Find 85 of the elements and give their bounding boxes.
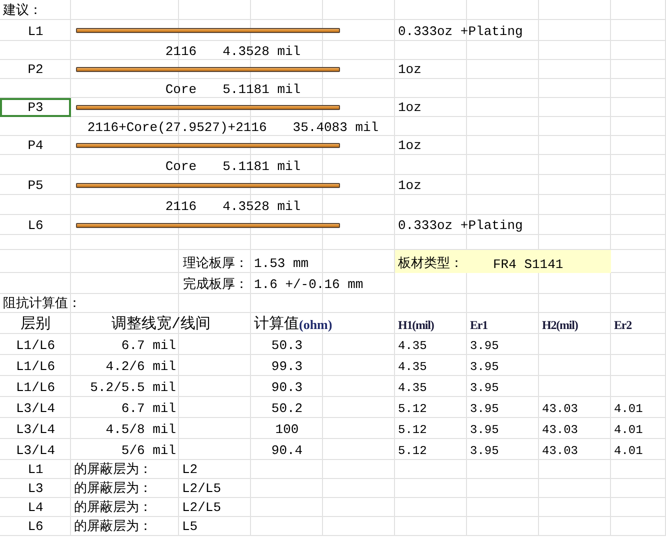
table-cell-text: 99.3 [270,358,304,376]
table-cell-text: 的屏蔽层为： [73,480,153,498]
table-cell-text: L2/L5 [181,480,222,498]
table-cell-text: L4 [26,499,44,517]
table-cell-text: 5/6 mil [120,442,177,460]
table-cell-text: L1/L6 [14,358,56,376]
dielectric-thickness: 5.1181 mil [222,159,301,174]
table-cell-text: 4.35 [397,359,428,376]
table-cell-text: L1 [26,461,44,479]
layer-label: P3 [0,98,71,117]
dielectric-material: 2116+Core(27.9527)+2116 [87,120,267,135]
table-cell-text: L2/L5 [181,499,222,517]
table-cell-text: 的屏蔽层为： [73,518,153,536]
field-label: 板材类型： [398,255,463,272]
copper-weight: 0.333oz +Plating [397,217,524,235]
table-cell-text: 的屏蔽层为： [73,461,153,479]
dielectric-material: 2116 [165,199,197,214]
field-value: FR4 S1141 [493,257,564,272]
dielectric-thickness: 5.1181 mil [222,82,301,97]
table-cell-text: 4.2/6 mil [104,358,177,376]
copper-weight: 1oz [397,61,422,79]
column-header: 调整线宽/线间 [110,314,212,334]
table-cell-text: L1/L6 [14,379,56,397]
table-cell-text: 100 [274,421,300,439]
copper-weight: 1oz [397,99,422,117]
field-label: 理论板厚： [182,255,249,273]
column-header: Er1 [469,317,489,334]
table-cell-text: 43.03 [541,443,580,460]
column-header: 计算值(ohm) [253,314,334,334]
copper-weight: 0.333oz +Plating [397,23,524,41]
table-cell-text: 3.95 [469,422,500,439]
table-cell-text: 6.7 mil [120,400,177,418]
dielectric-material: 2116 [165,44,197,59]
table-cell-text: 4.01 [613,443,644,460]
table-cell-text: L2 [181,461,199,479]
table-cell-text: 6.7 mil [120,337,177,355]
table-cell-text: L3/L4 [14,421,56,439]
table-cell-text: 4.35 [397,338,428,355]
layer-label: P5 [26,177,44,195]
table-cell-text: L1/L6 [14,337,56,355]
table-cell-text: 的屏蔽层为： [73,499,153,517]
layer-label: L1 [26,23,44,41]
table-cell-text: 3.95 [469,359,500,376]
table-cell-text: 5.12 [397,401,428,418]
section-heading: 建议： [2,2,43,20]
field-value: 1.6 +/-0.16 mm [253,276,364,294]
table-cell-text: 5.12 [397,422,428,439]
table-cell-text: 3.95 [469,401,500,418]
field-label: 完成板厚： [182,276,249,294]
layer-label: P4 [26,137,44,155]
dielectric-thickness: 4.3528 mil [222,44,301,59]
dielectric-material: Core [165,82,197,97]
table-cell-text: L3/L4 [14,400,56,418]
table-cell-text: 3.95 [469,338,500,355]
dielectric-thickness: 35.4083 mil [292,120,379,135]
dielectric-material: Core [165,159,197,174]
column-header: H1(mil) [397,317,435,334]
section-heading: 阻抗计算值： [2,295,82,313]
table-cell-text: L3/L4 [14,442,56,460]
copper-weight: 1oz [397,137,422,155]
table-cell-text: 4.01 [613,401,644,418]
table-cell-text: 4.01 [613,422,644,439]
field-value: 1.53 mm [253,255,310,273]
table-cell-text: L5 [181,518,199,536]
table-cell-text: 4.5/8 mil [104,421,177,439]
table-cell-text: L3 [26,480,44,498]
table-cell-text: 4.35 [397,380,428,397]
copper-weight: 1oz [397,177,422,195]
table-cell-text: 43.03 [541,422,580,439]
table-cell-text: 3.95 [469,443,500,460]
layer-label: P2 [26,61,44,79]
table-cell-text: 90.3 [270,379,304,397]
dielectric-thickness: 4.3528 mil [222,199,301,214]
column-header: Er2 [613,317,633,334]
column-header: H2(mil) [541,317,579,334]
table-cell-text: 3.95 [469,380,500,397]
table-cell-text: 5.12 [397,443,428,460]
layer-label: L6 [26,217,44,235]
table-cell-text: 90.4 [270,442,304,460]
table-cell-text: 5.2/5.5 mil [89,379,177,397]
table-cell-text: 50.2 [270,400,304,418]
table-cell-text: L6 [26,518,44,536]
table-cell-text: 50.3 [270,337,304,355]
table-cell-text: 43.03 [541,401,580,418]
column-header: 层别 [20,315,52,334]
